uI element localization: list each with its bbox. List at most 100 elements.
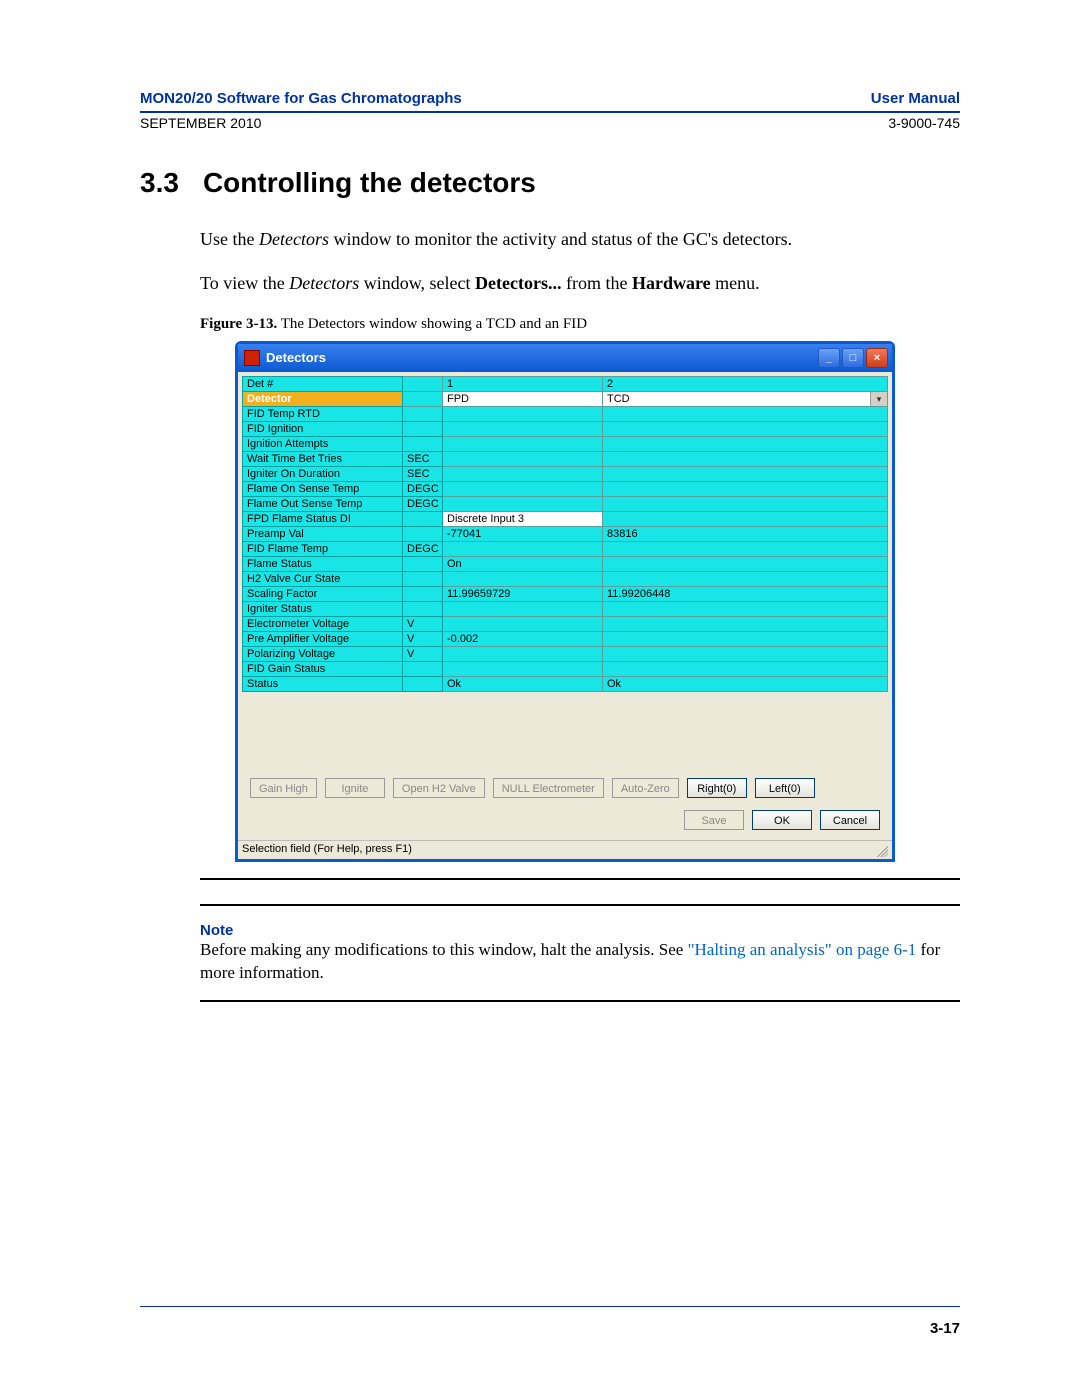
- ignite-button: Ignite: [325, 778, 385, 798]
- paragraph-2: To view the Detectors window, select Det…: [200, 271, 960, 295]
- cancel-button[interactable]: Cancel: [820, 810, 880, 830]
- row-val-1[interactable]: [443, 436, 603, 451]
- row-label[interactable]: FID Ignition: [243, 421, 403, 436]
- row-val-1[interactable]: [443, 481, 603, 496]
- row-detector[interactable]: Detector: [243, 391, 403, 406]
- row-val-2[interactable]: [603, 631, 888, 646]
- row-unit: [403, 586, 443, 601]
- row-val-2[interactable]: [603, 466, 888, 481]
- row-label[interactable]: Igniter Status: [243, 601, 403, 616]
- row-label[interactable]: FPD Flame Status DI: [243, 511, 403, 526]
- resize-grip-icon[interactable]: [874, 843, 888, 857]
- detectors-window: Detectors _ □ × Det #12DetectorFPDTCD▾FI…: [235, 341, 895, 862]
- row-label[interactable]: Flame Out Sense Temp: [243, 496, 403, 511]
- row-label[interactable]: Igniter On Duration: [243, 466, 403, 481]
- note-link[interactable]: "Halting an analysis" on page 6-1: [688, 940, 917, 959]
- row-label[interactable]: Status: [243, 676, 403, 691]
- status-bar: Selection field (For Help, press F1): [238, 840, 892, 859]
- row-unit: DEGC: [403, 541, 443, 556]
- col-2: 2: [603, 376, 888, 391]
- row-val-1[interactable]: [443, 661, 603, 676]
- header-docnum: 3-9000-745: [888, 115, 960, 131]
- row-val-1[interactable]: [443, 601, 603, 616]
- note-body: Before making any modifications to this …: [200, 939, 960, 985]
- detectors-table[interactable]: Det #12DetectorFPDTCD▾FID Temp RTDFID Ig…: [242, 376, 888, 692]
- left-0--button[interactable]: Left(0): [755, 778, 815, 798]
- row-val-2[interactable]: [603, 556, 888, 571]
- page-subheader: SEPTEMBER 2010 3-9000-745: [140, 115, 960, 131]
- null-electrometer-button: NULL Electrometer: [493, 778, 604, 798]
- header-title-left: MON20/20 Software for Gas Chromatographs: [140, 90, 462, 107]
- detector-1-type[interactable]: FPD: [443, 391, 603, 406]
- row-label[interactable]: Ignition Attempts: [243, 436, 403, 451]
- action-button-row: Gain HighIgniteOpen H2 ValveNULL Electro…: [242, 772, 888, 804]
- row-val-2[interactable]: [603, 496, 888, 511]
- row-label[interactable]: Flame Status: [243, 556, 403, 571]
- minimize-button[interactable]: _: [818, 348, 840, 368]
- row-val-1[interactable]: [443, 646, 603, 661]
- row-unit: SEC: [403, 451, 443, 466]
- row-label[interactable]: FID Temp RTD: [243, 406, 403, 421]
- row-val-2[interactable]: Ok: [603, 676, 888, 691]
- titlebar[interactable]: Detectors _ □ ×: [238, 344, 892, 372]
- row-label[interactable]: H2 Valve Cur State: [243, 571, 403, 586]
- row-label[interactable]: Electrometer Voltage: [243, 616, 403, 631]
- row-label[interactable]: Wait Time Bet Tries: [243, 451, 403, 466]
- row-val-1[interactable]: -77041: [443, 526, 603, 541]
- section-number: 3.3: [140, 167, 179, 199]
- row-val-1[interactable]: [443, 541, 603, 556]
- row-val-2[interactable]: [603, 511, 888, 526]
- header-title-right: User Manual: [871, 90, 960, 107]
- row-val-2[interactable]: [603, 481, 888, 496]
- row-val-1[interactable]: [443, 451, 603, 466]
- row-val-2[interactable]: [603, 421, 888, 436]
- row-label[interactable]: Polarizing Voltage: [243, 646, 403, 661]
- row-unit: [403, 571, 443, 586]
- row-val-2[interactable]: [603, 616, 888, 631]
- row-val-1[interactable]: 11.99659729: [443, 586, 603, 601]
- row-val-1[interactable]: Ok: [443, 676, 603, 691]
- row-val-2[interactable]: [603, 601, 888, 616]
- row-val-2[interactable]: [603, 406, 888, 421]
- row-val-1[interactable]: [443, 496, 603, 511]
- row-val-2[interactable]: [603, 451, 888, 466]
- screenshot: Detectors _ □ × Det #12DetectorFPDTCD▾FI…: [235, 341, 895, 862]
- detector-2-type-dropdown[interactable]: TCD▾: [603, 391, 888, 406]
- row-val-1[interactable]: Discrete Input 3: [443, 511, 603, 526]
- row-label[interactable]: FID Flame Temp: [243, 541, 403, 556]
- close-button[interactable]: ×: [866, 348, 888, 368]
- header-date: SEPTEMBER 2010: [140, 115, 261, 131]
- row-label[interactable]: FID Gain Status: [243, 661, 403, 676]
- row-val-2[interactable]: 11.99206448: [603, 586, 888, 601]
- maximize-button[interactable]: □: [842, 348, 864, 368]
- row-unit: DEGC: [403, 481, 443, 496]
- row-label[interactable]: Flame On Sense Temp: [243, 481, 403, 496]
- page-number: 3-17: [930, 1320, 960, 1337]
- row-label[interactable]: Scaling Factor: [243, 586, 403, 601]
- save-button: Save: [684, 810, 744, 830]
- row-val-2[interactable]: [603, 646, 888, 661]
- row-val-2[interactable]: 83816: [603, 526, 888, 541]
- section-title: Controlling the detectors: [203, 167, 536, 199]
- right-0--button[interactable]: Right(0): [687, 778, 747, 798]
- row-unit: [403, 511, 443, 526]
- ok-button[interactable]: OK: [752, 810, 812, 830]
- row-val-2[interactable]: [603, 541, 888, 556]
- row-val-2[interactable]: [603, 571, 888, 586]
- row-val-1[interactable]: On: [443, 556, 603, 571]
- row-val-1[interactable]: [443, 616, 603, 631]
- row-val-1[interactable]: [443, 421, 603, 436]
- note-heading: Note: [200, 922, 960, 939]
- chevron-down-icon[interactable]: ▾: [870, 392, 887, 406]
- row-val-1[interactable]: [443, 406, 603, 421]
- row-label[interactable]: Pre Amplifier Voltage: [243, 631, 403, 646]
- row-val-1[interactable]: [443, 571, 603, 586]
- row-label[interactable]: Preamp Val: [243, 526, 403, 541]
- row-val-1[interactable]: -0.002: [443, 631, 603, 646]
- open-h2-valve-button: Open H2 Valve: [393, 778, 485, 798]
- row-val-1[interactable]: [443, 466, 603, 481]
- row-val-2[interactable]: [603, 436, 888, 451]
- row-val-2[interactable]: [603, 661, 888, 676]
- row-unit: [403, 601, 443, 616]
- row-unit: [403, 436, 443, 451]
